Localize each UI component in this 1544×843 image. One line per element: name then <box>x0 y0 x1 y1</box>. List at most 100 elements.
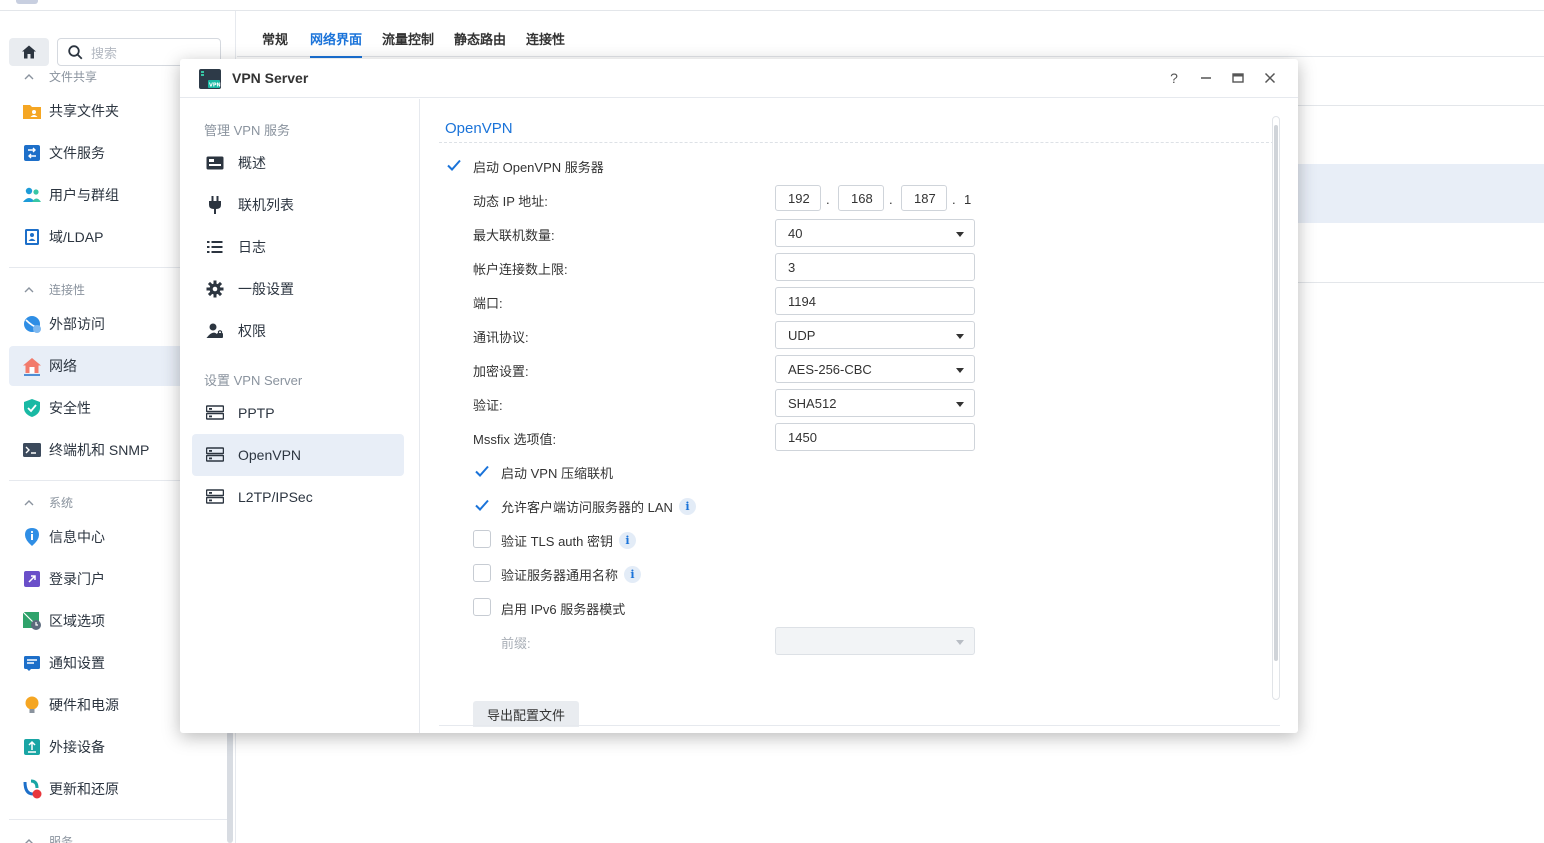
nav-item-connection-list[interactable]: 联机列表 <box>192 184 404 226</box>
encryption-select[interactable]: AES-256-CBC <box>775 355 975 383</box>
notification-icon <box>21 652 43 674</box>
verify-cn-checkbox[interactable] <box>473 564 491 582</box>
max-connections-select[interactable]: 40 <box>775 219 975 247</box>
gear-icon <box>206 280 224 298</box>
file-services-icon <box>21 142 43 164</box>
taskbar-app-icon[interactable] <box>16 0 38 4</box>
ip-dot: . <box>952 192 956 207</box>
close-icon[interactable] <box>1262 70 1278 86</box>
ip-octet-4-value: 1 <box>964 192 972 207</box>
server-icon <box>206 404 224 422</box>
nav-item-log[interactable]: 日志 <box>192 226 404 268</box>
selected-interface-row[interactable] <box>1298 164 1544 223</box>
export-config-button[interactable]: 导出配置文件 <box>473 701 579 727</box>
shared-folder-icon <box>21 100 43 122</box>
ipv6-checkbox[interactable] <box>473 598 491 616</box>
minimize-icon[interactable] <box>1198 70 1214 86</box>
prefix-select[interactable] <box>775 627 975 655</box>
tab-network-interface[interactable]: 网络界面 <box>310 29 363 58</box>
external-access-icon <box>21 313 43 335</box>
nav-header-setup: 设置 VPN Server <box>204 373 303 388</box>
protocol-select[interactable]: UDP <box>775 321 975 349</box>
info-icon[interactable]: i <box>618 532 636 549</box>
section-divider <box>9 819 227 820</box>
nav-item-permissions[interactable]: 权限 <box>192 310 404 352</box>
port-label: 端口: <box>473 296 503 311</box>
hardware-power-icon <box>21 694 43 716</box>
mssfix-input[interactable]: 1450 <box>775 423 975 451</box>
tls-auth-checkbox[interactable] <box>473 530 491 548</box>
enable-openvpn-checkbox[interactable] <box>445 156 463 174</box>
content-scrollbar[interactable] <box>1272 116 1280 700</box>
ip-octet-3-field[interactable]: 187 <box>901 185 947 211</box>
server-icon <box>206 488 224 506</box>
enable-openvpn-label: 启动 OpenVPN 服务器 <box>473 160 604 175</box>
mssfix-label: Mssfix 选项值: <box>473 432 557 447</box>
prefix-label: 前缀: <box>501 636 531 651</box>
sidebar-item-update-restore[interactable]: 更新和还原 <box>9 769 229 809</box>
home-icon <box>22 45 36 59</box>
log-list-icon <box>206 238 224 256</box>
section-title: OpenVPN <box>445 120 513 137</box>
nav-item-l2tp-ipsec[interactable]: L2TP/IPSec <box>192 476 404 518</box>
scrollbar-thumb[interactable] <box>1274 125 1278 661</box>
chevron-up-icon <box>24 838 34 843</box>
vpn-server-window: VPN VPN Server ? 管理 VPN 服务 概述 联机列表 日志 一般… <box>180 59 1298 733</box>
dynamic-ip-label: 动态 IP 地址: <box>473 194 548 209</box>
ip-octet-1-field[interactable]: 192 <box>775 185 821 211</box>
account-limit-label: 帐户连接数上限: <box>473 262 568 277</box>
max-connections-label: 最大联机数量: <box>473 228 555 243</box>
nav-item-general-settings[interactable]: 一般设置 <box>192 268 404 310</box>
tab-connectivity[interactable]: 连接性 <box>526 29 565 48</box>
svg-text:VPN: VPN <box>209 83 221 89</box>
tab-traffic-control[interactable]: 流量控制 <box>382 29 434 48</box>
nav-item-overview[interactable]: 概述 <box>192 142 404 184</box>
help-icon[interactable]: ? <box>1166 70 1182 86</box>
home-button[interactable] <box>9 38 49 66</box>
port-input[interactable]: 1194 <box>775 287 975 315</box>
auth-label: 验证: <box>473 398 503 413</box>
section-header-system[interactable]: 系统 <box>24 494 73 511</box>
maximize-icon[interactable] <box>1230 70 1246 86</box>
info-icon[interactable]: i <box>624 566 642 583</box>
allow-lan-checkbox[interactable] <box>473 496 491 514</box>
sidebar-scrollbar[interactable] <box>227 731 233 843</box>
users-groups-icon <box>21 184 43 206</box>
chevron-up-icon <box>24 73 34 79</box>
openvpn-settings-panel: OpenVPN 启动 OpenVPN 服务器 动态 IP 地址: 192 . 1… <box>421 99 1298 733</box>
search-placeholder: 搜索 <box>91 45 118 61</box>
section-header-file-sharing[interactable]: 文件共享 <box>24 68 97 85</box>
allow-lan-row: 允许客户端访问服务器的 LAN i <box>501 497 696 516</box>
server-icon <box>206 446 224 464</box>
security-shield-icon <box>21 397 43 419</box>
plug-icon <box>206 196 224 214</box>
overview-icon <box>206 154 224 172</box>
info-icon[interactable]: i <box>678 498 696 515</box>
compress-checkbox[interactable] <box>473 462 491 480</box>
account-limit-input[interactable]: 3 <box>775 253 975 281</box>
section-header-services[interactable]: 服务 <box>24 833 73 843</box>
domain-ldap-icon <box>21 226 43 248</box>
compress-label: 启动 VPN 压缩联机 <box>501 466 613 481</box>
ip-octet-2-field[interactable]: 168 <box>838 185 884 211</box>
tab-static-route[interactable]: 静态路由 <box>454 29 506 48</box>
nav-item-pptp[interactable]: PPTP <box>192 392 404 434</box>
ipv6-label: 启用 IPv6 服务器模式 <box>501 602 626 617</box>
section-header-connectivity[interactable]: 连接性 <box>24 281 85 298</box>
window-titlebar[interactable]: VPN VPN Server ? <box>180 59 1298 98</box>
section-title-divider <box>439 142 1279 143</box>
tab-general[interactable]: 常规 <box>262 29 288 48</box>
sidebar-item-external-devices[interactable]: 外接设备 <box>9 727 229 767</box>
protocol-label: 通讯协议: <box>473 330 529 345</box>
vpn-server-app-icon: VPN <box>199 69 221 89</box>
auth-select[interactable]: SHA512 <box>775 389 975 417</box>
list-divider <box>1298 105 1544 106</box>
verify-cn-row: 验证服务器通用名称 i <box>501 565 642 584</box>
vpn-nav-panel: 管理 VPN 服务 概述 联机列表 日志 一般设置 权限 设置 VPN Serv… <box>180 99 420 733</box>
permission-user-icon <box>206 322 224 340</box>
footer-divider <box>439 725 1280 726</box>
tls-auth-row: 验证 TLS auth 密钥 i <box>501 531 636 550</box>
chevron-up-icon <box>24 499 34 505</box>
login-portal-icon <box>21 568 43 590</box>
nav-item-openvpn[interactable]: OpenVPN <box>192 434 404 476</box>
